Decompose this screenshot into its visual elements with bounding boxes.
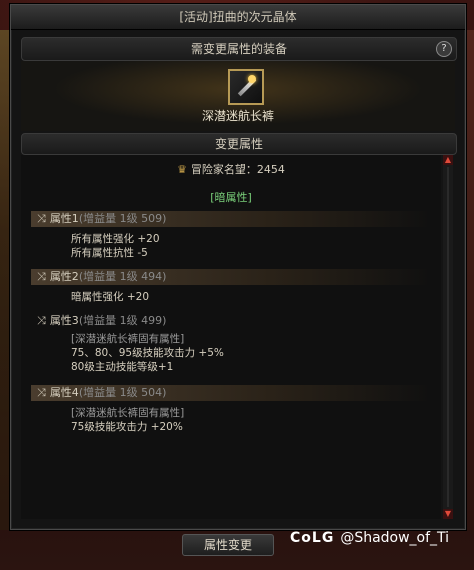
attribute-4-header[interactable]: ⤨ 属性4(增益量 1级 504) [31, 385, 431, 401]
scrollbar[interactable]: ▲ ▼ [443, 155, 453, 519]
scroll-down-icon[interactable]: ▼ [443, 509, 453, 519]
attribute-2-header[interactable]: ⤨ 属性2(增益量 1级 494) [31, 269, 431, 285]
fame-display: ♛ 冒险家名望：2454 [21, 161, 441, 177]
change-attribute-button[interactable]: 属性变更 [182, 534, 274, 556]
equipment-slot-area: 深潜迷航长裤 [21, 61, 455, 131]
attribute-3-line-3: 80级主动技能等级+1 [71, 361, 174, 373]
attribute-2-line-1: 暗属性强化 +20 [71, 291, 149, 303]
fame-medal-icon: ♛ [177, 163, 187, 176]
attribute-4-line-1: [深潜迷航长裤固有属性] [71, 407, 185, 419]
scroll-track[interactable] [447, 167, 449, 507]
window-title: [活动]扭曲的次元晶体 [11, 5, 465, 30]
attribute-4-line-2: 75级技能攻击力 +20% [71, 421, 183, 433]
attribute-change-window: [活动]扭曲的次元晶体 需变更属性的装备 ? 深潜迷航长裤 变更属性 ♛ 冒险家名… [10, 4, 466, 530]
shuffle-icon: ⤨ [37, 314, 46, 327]
element-label: [暗属性] [210, 191, 252, 204]
attribute-list: ♛ 冒险家名望：2454 [暗属性] ⤨ 属性1(增益量 1级 509) 所有属性强… [21, 155, 441, 519]
attribute-1-line-2: 所有属性抗性 -5 [71, 247, 148, 259]
attribute-1-header[interactable]: ⤨ 属性1(增益量 1级 509) [31, 211, 431, 227]
attribute-3-line-1: [深潜迷航长裤固有属性] [71, 333, 185, 345]
help-icon[interactable]: ? [436, 41, 452, 57]
watermark: CoLG @Shadow_of_Ti [290, 530, 449, 546]
shuffle-icon: ⤨ [37, 386, 46, 399]
shuffle-icon: ⤨ [37, 212, 46, 225]
scroll-up-icon[interactable]: ▲ [443, 155, 453, 165]
fame-label: 冒险家名望：2454 [190, 163, 285, 176]
watermark-logo: CoLG [290, 530, 335, 546]
equipment-name: 深潜迷航长裤 [201, 109, 274, 123]
shuffle-icon: ⤨ [37, 270, 46, 283]
equipment-header: 需变更属性的装备 ? [21, 37, 457, 61]
change-attribute-header: 变更属性 [21, 133, 457, 155]
attribute-3-line-2: 75、80、95级技能攻击力 +5% [71, 347, 224, 359]
watermark-handle: @Shadow_of_Ti [340, 530, 450, 546]
equipment-header-label: 需变更属性的装备 [190, 42, 287, 56]
attribute-3-header[interactable]: ⤨ 属性3(增益量 1级 499) [31, 313, 431, 329]
attribute-1-line-1: 所有属性强化 +20 [71, 233, 160, 245]
equipment-icon[interactable] [228, 69, 264, 105]
